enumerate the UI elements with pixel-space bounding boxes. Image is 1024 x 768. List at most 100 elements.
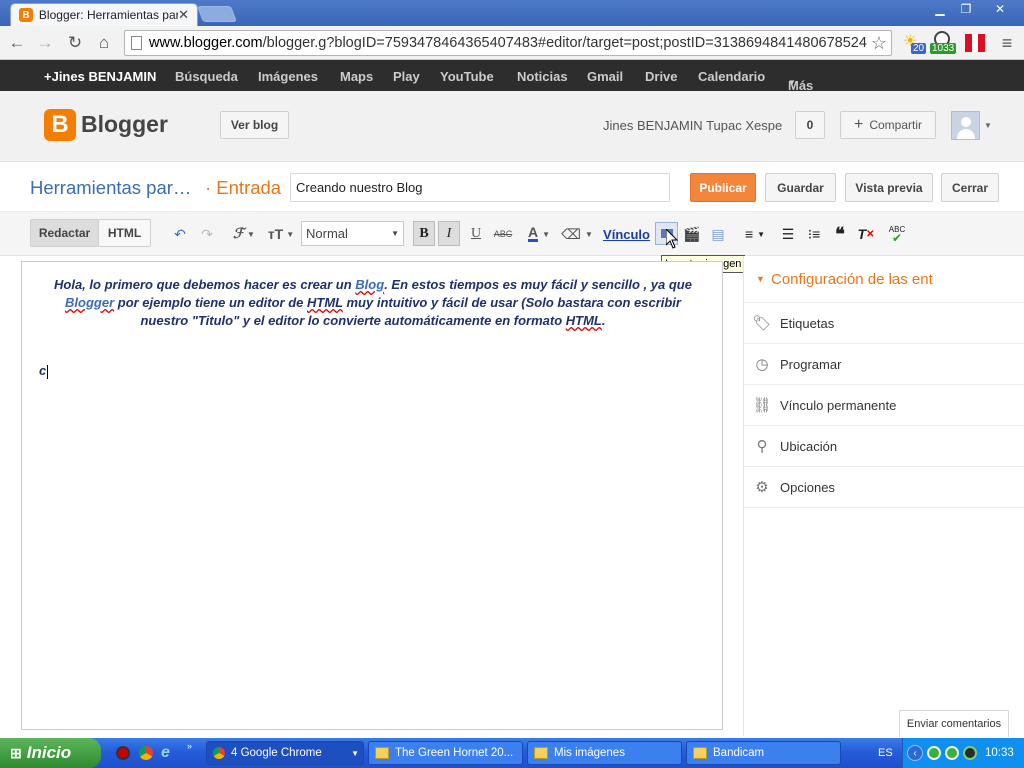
font-size-icon[interactable]: тT ▼ xyxy=(265,224,297,244)
gbar-play-link[interactable]: Play xyxy=(393,69,420,84)
gbar-gmail-link[interactable]: Gmail xyxy=(587,69,623,84)
address-bar[interactable]: www.blogger.com/blogger.g?blogID=7593478… xyxy=(124,30,892,56)
gbar-maps-link[interactable]: Maps xyxy=(340,69,373,84)
remove-format-icon[interactable]: T ✕ xyxy=(856,224,876,244)
tray-expand-icon[interactable]: ‹ xyxy=(907,745,923,761)
bold-icon[interactable]: B xyxy=(413,221,435,246)
gbar-profile-link[interactable]: +Jines BENJAMIN xyxy=(44,69,156,84)
chrome-icon xyxy=(213,747,225,759)
text-color-icon[interactable]: A ▼ xyxy=(524,224,554,244)
share-button[interactable]: + Compartir xyxy=(840,111,936,139)
settings-labels[interactable]: 🏷 Etiquetas xyxy=(744,303,1024,344)
settings-permalink[interactable]: ⛓ Vínculo permanente xyxy=(744,385,1024,426)
task-bandicam[interactable]: Bandicam xyxy=(686,741,841,765)
italic-icon[interactable]: I xyxy=(438,221,460,246)
align-icon[interactable]: ≡ ▼ xyxy=(740,224,770,244)
blogger-logo-icon[interactable]: B xyxy=(44,109,76,141)
gbar-search-link[interactable]: Búsqueda xyxy=(175,69,238,84)
undo-icon[interactable]: ↶ xyxy=(170,224,190,244)
avatar[interactable] xyxy=(951,111,980,140)
weather-extension-icon[interactable]: ☀ 20 xyxy=(901,31,927,55)
underline-icon[interactable]: U xyxy=(466,224,486,244)
font-family-icon[interactable]: ℱ ▼ xyxy=(228,224,260,244)
language-indicator[interactable]: ES xyxy=(878,747,893,759)
compose-mode-tab[interactable]: Redactar xyxy=(30,219,99,247)
redo-icon[interactable]: ↷ xyxy=(197,224,217,244)
quote-icon[interactable]: ❝ xyxy=(830,224,850,244)
forward-icon[interactable]: → xyxy=(34,32,56,54)
gbar-news-link[interactable]: Noticias xyxy=(517,69,568,84)
reload-icon[interactable]: ↻ xyxy=(64,32,86,54)
jump-break-icon[interactable]: ▤ xyxy=(708,224,728,244)
html-mode-tab[interactable]: HTML xyxy=(98,219,151,247)
bullet-list-icon[interactable]: ⁝≡ xyxy=(804,224,824,244)
post-editor[interactable]: Hola, lo primero que debemos hacer es cr… xyxy=(21,261,723,730)
chrome-menu-icon[interactable]: ≡ xyxy=(996,32,1018,54)
strikethrough-icon[interactable]: ABC xyxy=(492,224,514,244)
save-button[interactable]: Guardar xyxy=(765,173,836,202)
gbar-images-link[interactable]: Imágenes xyxy=(258,69,318,84)
quicklaunch-more-icon[interactable]: » xyxy=(187,741,192,751)
tab-title: Blogger: Herramientas para r xyxy=(38,8,179,22)
clock[interactable]: 10:33 xyxy=(985,747,1014,759)
gbar-drive-link[interactable]: Drive xyxy=(645,69,678,84)
new-tab-button[interactable] xyxy=(197,6,237,22)
tray-app-icon[interactable] xyxy=(963,746,977,760)
tab-close-icon[interactable]: ✕ xyxy=(178,7,189,23)
peru-flag-icon[interactable] xyxy=(965,34,986,52)
paragraph-format-select[interactable]: Normal ▼ xyxy=(301,221,404,246)
preview-button[interactable]: Vista previa xyxy=(845,173,933,202)
home-icon[interactable]: ⌂ xyxy=(93,32,115,54)
view-blog-button[interactable]: Ver blog xyxy=(220,111,289,139)
numbered-list-icon[interactable]: ☰ xyxy=(778,224,798,244)
blogger-logo-text[interactable]: Blogger xyxy=(81,111,168,138)
folder-icon xyxy=(534,747,548,759)
permalink-label: Vínculo permanente xyxy=(780,397,897,413)
back-icon[interactable]: ← xyxy=(6,32,28,54)
body-text-3: por ejemplo tiene un editor de xyxy=(114,295,307,310)
start-button[interactable]: ⊞ Inicio xyxy=(0,738,101,768)
collapse-caret-icon: ▼ xyxy=(756,274,765,284)
blogger-link[interactable]: Blogger xyxy=(65,295,114,310)
post-title-input[interactable] xyxy=(290,173,670,202)
page-icon xyxy=(131,36,142,50)
extension-counter-icon[interactable]: 1033 xyxy=(930,31,960,55)
blogger-favicon-icon: B xyxy=(19,8,33,22)
url-domain: www.blogger.com xyxy=(149,35,263,51)
counter-badge: 1033 xyxy=(930,43,957,54)
ie-quicklaunch-icon[interactable]: e xyxy=(161,744,170,762)
restore-icon[interactable]: ❐ xyxy=(954,0,978,18)
settings-schedule[interactable]: ◷ Programar xyxy=(744,344,1024,385)
settings-location[interactable]: ⚲ Ubicación xyxy=(744,426,1024,467)
task-green-hornet[interactable]: The Green Hornet 20... xyxy=(368,741,523,765)
settings-options[interactable]: ⚙ Opciones xyxy=(744,467,1024,508)
close-button[interactable]: Cerrar xyxy=(941,173,999,202)
task-mis-imagenes[interactable]: Mis imágenes xyxy=(527,741,682,765)
notification-count[interactable]: 0 xyxy=(795,111,825,139)
post-settings-header[interactable]: ▼ Configuración de las ent xyxy=(744,256,1024,303)
account-caret-icon[interactable]: ▼ xyxy=(984,121,992,130)
blogger-header: B Blogger Ver blog Jines BENJAMIN Tupac … xyxy=(0,91,1024,162)
send-feedback-button[interactable]: Enviar comentarios xyxy=(899,710,1009,737)
spellcheck-icon[interactable]: ABC ✔ xyxy=(886,224,908,244)
highlight-color-icon[interactable]: ⌫ ▼ xyxy=(561,224,593,244)
chrome-quicklaunch-icon[interactable] xyxy=(139,746,153,760)
bookmark-star-icon[interactable]: ☆ xyxy=(871,33,887,54)
publish-button[interactable]: Publicar xyxy=(690,173,756,202)
post-body-paragraph: Hola, lo primero que debemos hacer es cr… xyxy=(42,276,704,330)
minimize-icon[interactable]: ▁ xyxy=(928,0,952,18)
bandicam-quicklaunch-icon[interactable] xyxy=(116,746,130,760)
blog-name-link[interactable]: Herramientas par… xyxy=(30,177,191,199)
tray-status-icon[interactable] xyxy=(945,746,959,760)
gbar-youtube-link[interactable]: YouTube xyxy=(440,69,494,84)
blog-link[interactable]: Blog xyxy=(355,277,384,292)
link-button[interactable]: Vínculo xyxy=(603,224,650,244)
browser-tab-active[interactable]: B Blogger: Herramientas para r ✕ xyxy=(10,3,198,26)
insert-video-icon[interactable]: 🎬 xyxy=(682,224,702,244)
gbar-calendar-link[interactable]: Calendario xyxy=(698,69,765,84)
tray-network-icon[interactable] xyxy=(927,746,941,760)
user-name[interactable]: Jines BENJAMIN Tupac Xespe xyxy=(603,118,782,133)
task-google-chrome[interactable]: 4 Google Chrome ▼ xyxy=(206,741,364,765)
format-caret-icon: ▼ xyxy=(391,229,399,238)
window-close-icon[interactable]: ✕ xyxy=(980,0,1020,18)
